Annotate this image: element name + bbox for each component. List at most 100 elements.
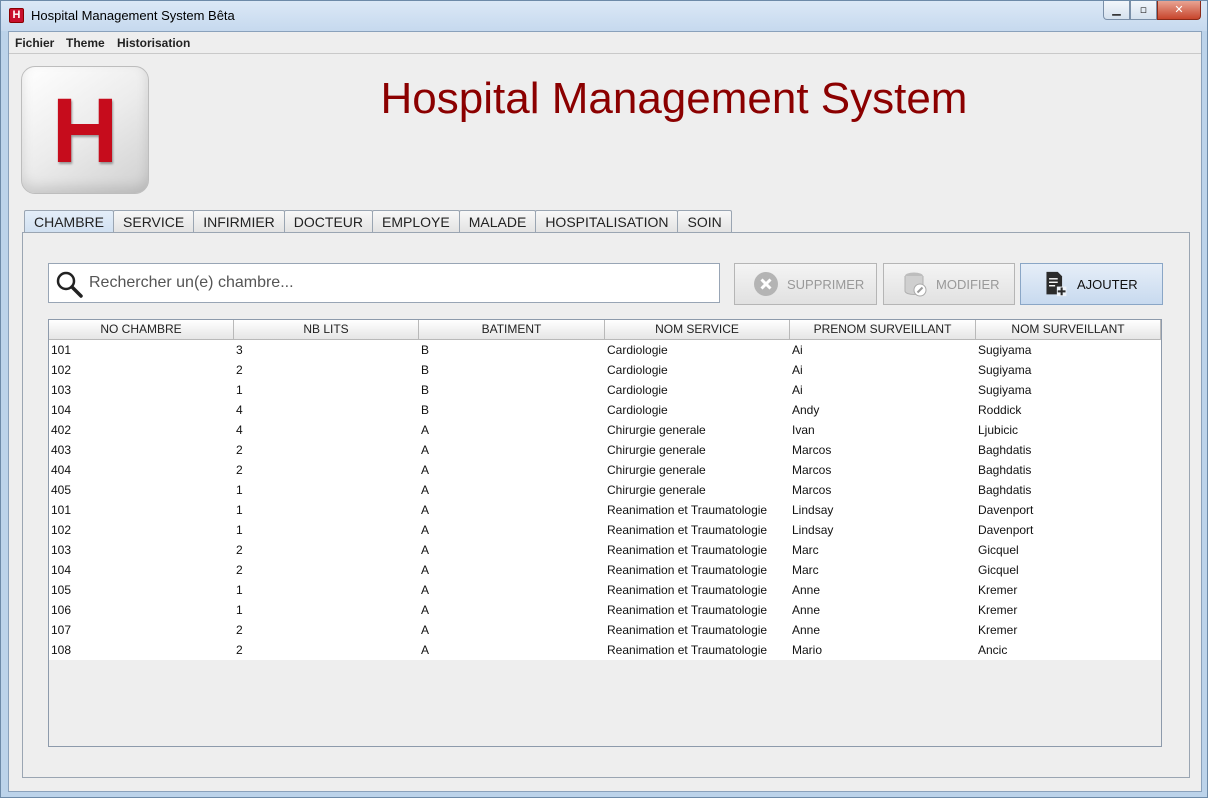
table-cell: Ai: [792, 383, 803, 397]
table-cell: A: [421, 463, 430, 477]
app-window: H Hospital Management System Bêta ▁ ▫ ✕ …: [0, 0, 1208, 798]
table-cell: Sugiyama: [978, 343, 1032, 357]
add-label: AJOUTER: [1077, 276, 1138, 292]
column-header[interactable]: BATIMENT: [419, 320, 605, 340]
tab-malade[interactable]: MALADE: [458, 210, 537, 233]
delete-icon: [754, 272, 778, 296]
table-cell: Gicquel: [978, 563, 1019, 577]
app-title: Hospital Management System: [380, 74, 968, 123]
table-row[interactable]: 104 4 B Cardiologie Andy Roddick: [49, 400, 1161, 420]
table-cell: Lindsay: [792, 503, 834, 517]
table-cell: 1: [236, 483, 243, 497]
table-row[interactable]: 103 2 A Reanimation et Traumatologie Marc Gic…: [49, 540, 1161, 560]
tab-chambre[interactable]: CHAMBRE: [24, 210, 115, 234]
menu-theme[interactable]: Theme: [66, 36, 105, 50]
table-row[interactable]: 106 1 A Reanimation et Traumatologie Anne Kre…: [49, 600, 1161, 620]
table-cell: 101: [51, 503, 72, 517]
tab-hospitalisation[interactable]: HOSPITALISATION: [535, 210, 679, 233]
window-controls: ▁ ▫ ✕: [1103, 1, 1201, 21]
edit-button[interactable]: MODIFIER: [883, 263, 1015, 305]
table-cell: 102: [51, 363, 72, 377]
delete-button[interactable]: SUPPRIMER: [734, 263, 877, 305]
table-row[interactable]: 104 2 A Reanimation et Traumatologie Marc Gic…: [49, 560, 1161, 580]
title-bar[interactable]: H Hospital Management System Bêta ▁ ▫ ✕: [1, 1, 1207, 31]
edit-label: MODIFIER: [936, 276, 1000, 292]
column-header[interactable]: NB LITS: [234, 320, 419, 340]
table-row[interactable]: 105 1 A Reanimation et Traumatologie Anne Kre…: [49, 580, 1161, 600]
table-cell: A: [421, 603, 430, 617]
tab-service[interactable]: SERVICE: [113, 210, 195, 233]
table-row[interactable]: 102 1 A Reanimation et Traumatologie Lindsay…: [49, 520, 1161, 540]
table-cell: Reanimation et Traumatologie: [607, 583, 768, 597]
table-cell: 1: [236, 503, 243, 517]
add-button[interactable]: AJOUTER: [1020, 263, 1163, 305]
search-box: [48, 263, 720, 303]
tab-docteur[interactable]: DOCTEUR: [283, 210, 374, 233]
table-row[interactable]: 102 2 B Cardiologie Ai Sugiyama: [49, 360, 1161, 380]
tab-employe[interactable]: EMPLOYE: [372, 210, 460, 233]
table-row[interactable]: 404 2 A Chirurgie generale Marcos Baghdatis: [49, 460, 1161, 480]
table-row[interactable]: 405 1 A Chirurgie generale Marcos Baghdatis: [49, 480, 1161, 500]
table-cell: Baghdatis: [978, 463, 1032, 477]
table-cell: 103: [51, 383, 72, 397]
table-cell: A: [421, 483, 430, 497]
table-cell: Anne: [792, 623, 821, 637]
table-cell: Andy: [792, 403, 820, 417]
table-cell: Ai: [792, 363, 803, 377]
table-cell: Chirurgie generale: [607, 463, 706, 477]
table-cell: Marcos: [792, 463, 832, 477]
tab-soin[interactable]: SOIN: [677, 210, 732, 233]
table-row[interactable]: 108 2 A Reanimation et Traumatologie Mario An…: [49, 640, 1161, 660]
tab-infirmier[interactable]: INFIRMIER: [193, 210, 285, 233]
table-cell: B: [421, 363, 430, 377]
menu-historisation[interactable]: Historisation: [117, 36, 190, 50]
table-cell: B: [421, 383, 430, 397]
logo-letter: H: [51, 80, 119, 182]
table-row[interactable]: 402 4 A Chirurgie generale Ivan Ljubicic: [49, 420, 1161, 440]
table-cell: Lindsay: [792, 523, 834, 537]
column-header[interactable]: NOM SURVEILLANT: [976, 320, 1161, 340]
maximize-button[interactable]: ▫: [1130, 1, 1157, 20]
table-cell: Cardiologie: [607, 343, 668, 357]
chambre-table: NO CHAMBRE NB LITS BATIMENT NOM SERVICE …: [48, 319, 1162, 747]
table-cell: 104: [51, 403, 72, 417]
table-cell: Baghdatis: [978, 483, 1032, 497]
table-cell: 2: [236, 463, 243, 477]
table-cell: 101: [51, 343, 72, 357]
search-input[interactable]: [89, 264, 709, 302]
table-cell: 107: [51, 623, 72, 637]
table-cell: 405: [51, 483, 72, 497]
table-cell: 402: [51, 423, 72, 437]
table-cell: 2: [236, 623, 243, 637]
table-cell: A: [421, 503, 430, 517]
table-cell: Sugiyama: [978, 383, 1032, 397]
table-cell: A: [421, 543, 430, 557]
column-header[interactable]: PRENOM SURVEILLANT: [790, 320, 976, 340]
table-cell: Reanimation et Traumatologie: [607, 543, 768, 557]
chambre-panel: SUPPRIMER MODIFIER: [22, 232, 1190, 778]
table-cell: Marc: [792, 563, 819, 577]
column-header[interactable]: NOM SERVICE: [605, 320, 790, 340]
table-cell: A: [421, 523, 430, 537]
table-row[interactable]: 107 2 A Reanimation et Traumatologie Anne Kre…: [49, 620, 1161, 640]
table-cell: Marcos: [792, 443, 832, 457]
column-header[interactable]: NO CHAMBRE: [49, 320, 234, 340]
edit-icon: [904, 272, 927, 297]
search-icon: [56, 271, 83, 298]
table-row[interactable]: 101 3 B Cardiologie Ai Sugiyama: [49, 340, 1161, 360]
table-cell: A: [421, 423, 430, 437]
table-cell: A: [421, 643, 430, 657]
table-cell: Reanimation et Traumatologie: [607, 623, 768, 637]
main-tabs: CHAMBRE SERVICE INFIRMIER DOCTEUR EMPLOY…: [24, 210, 732, 234]
table-cell: B: [421, 343, 430, 357]
minimize-button[interactable]: ▁: [1103, 1, 1130, 20]
menu-fichier[interactable]: Fichier: [15, 36, 54, 50]
table-row[interactable]: 103 1 B Cardiologie Ai Sugiyama: [49, 380, 1161, 400]
close-button[interactable]: ✕: [1157, 1, 1201, 20]
table-cell: 2: [236, 643, 243, 657]
table-header: NO CHAMBRE NB LITS BATIMENT NOM SERVICE …: [49, 320, 1161, 340]
table-row[interactable]: 403 2 A Chirurgie generale Marcos Baghdatis: [49, 440, 1161, 460]
table-cell: B: [421, 403, 430, 417]
table-row[interactable]: 101 1 A Reanimation et Traumatologie Lindsay…: [49, 500, 1161, 520]
table-cell: 105: [51, 583, 72, 597]
